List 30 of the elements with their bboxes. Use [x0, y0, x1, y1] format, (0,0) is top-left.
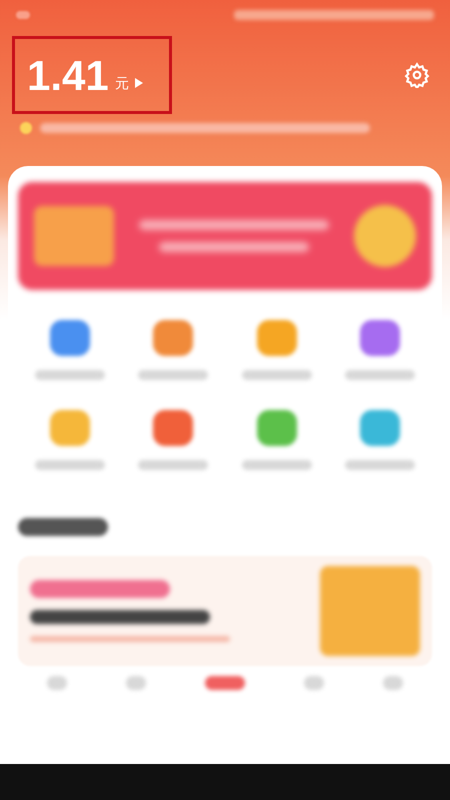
- promo-banner[interactable]: [18, 182, 432, 290]
- shortcut-icon[interactable]: [256, 320, 297, 356]
- coin-icon: [354, 205, 416, 267]
- shortcut-icon[interactable]: [256, 410, 297, 446]
- blurred-text: [138, 370, 208, 380]
- shortcut-icon[interactable]: [360, 320, 400, 356]
- blurred-text: [47, 676, 68, 690]
- settings-icon[interactable]: [404, 62, 430, 88]
- shortcut-icon[interactable]: [50, 410, 90, 446]
- blurred-text: [242, 370, 312, 380]
- blurred-text: [138, 460, 208, 470]
- shortcut-icon[interactable]: [153, 410, 194, 446]
- blurred-text: [242, 460, 312, 470]
- balance-unit: 元: [114, 74, 129, 92]
- blurred-text: [204, 676, 245, 690]
- blurred-text: [345, 370, 416, 380]
- blurred-text: [34, 370, 105, 380]
- blurred-text: [345, 460, 416, 470]
- coin-icon: [20, 122, 32, 134]
- blurred-text: [34, 460, 105, 470]
- shortcut-icon[interactable]: [153, 320, 194, 356]
- balance-amount: 1.41: [27, 50, 109, 100]
- status-icon: [16, 11, 30, 19]
- task-card[interactable]: [18, 556, 432, 666]
- caret-icon: [134, 78, 143, 88]
- blurred-text: [126, 676, 146, 690]
- shortcut-icon[interactable]: [50, 320, 90, 356]
- blurred-text: [382, 676, 403, 690]
- blurred-text: [304, 676, 324, 690]
- shortcut-icon[interactable]: [360, 410, 400, 446]
